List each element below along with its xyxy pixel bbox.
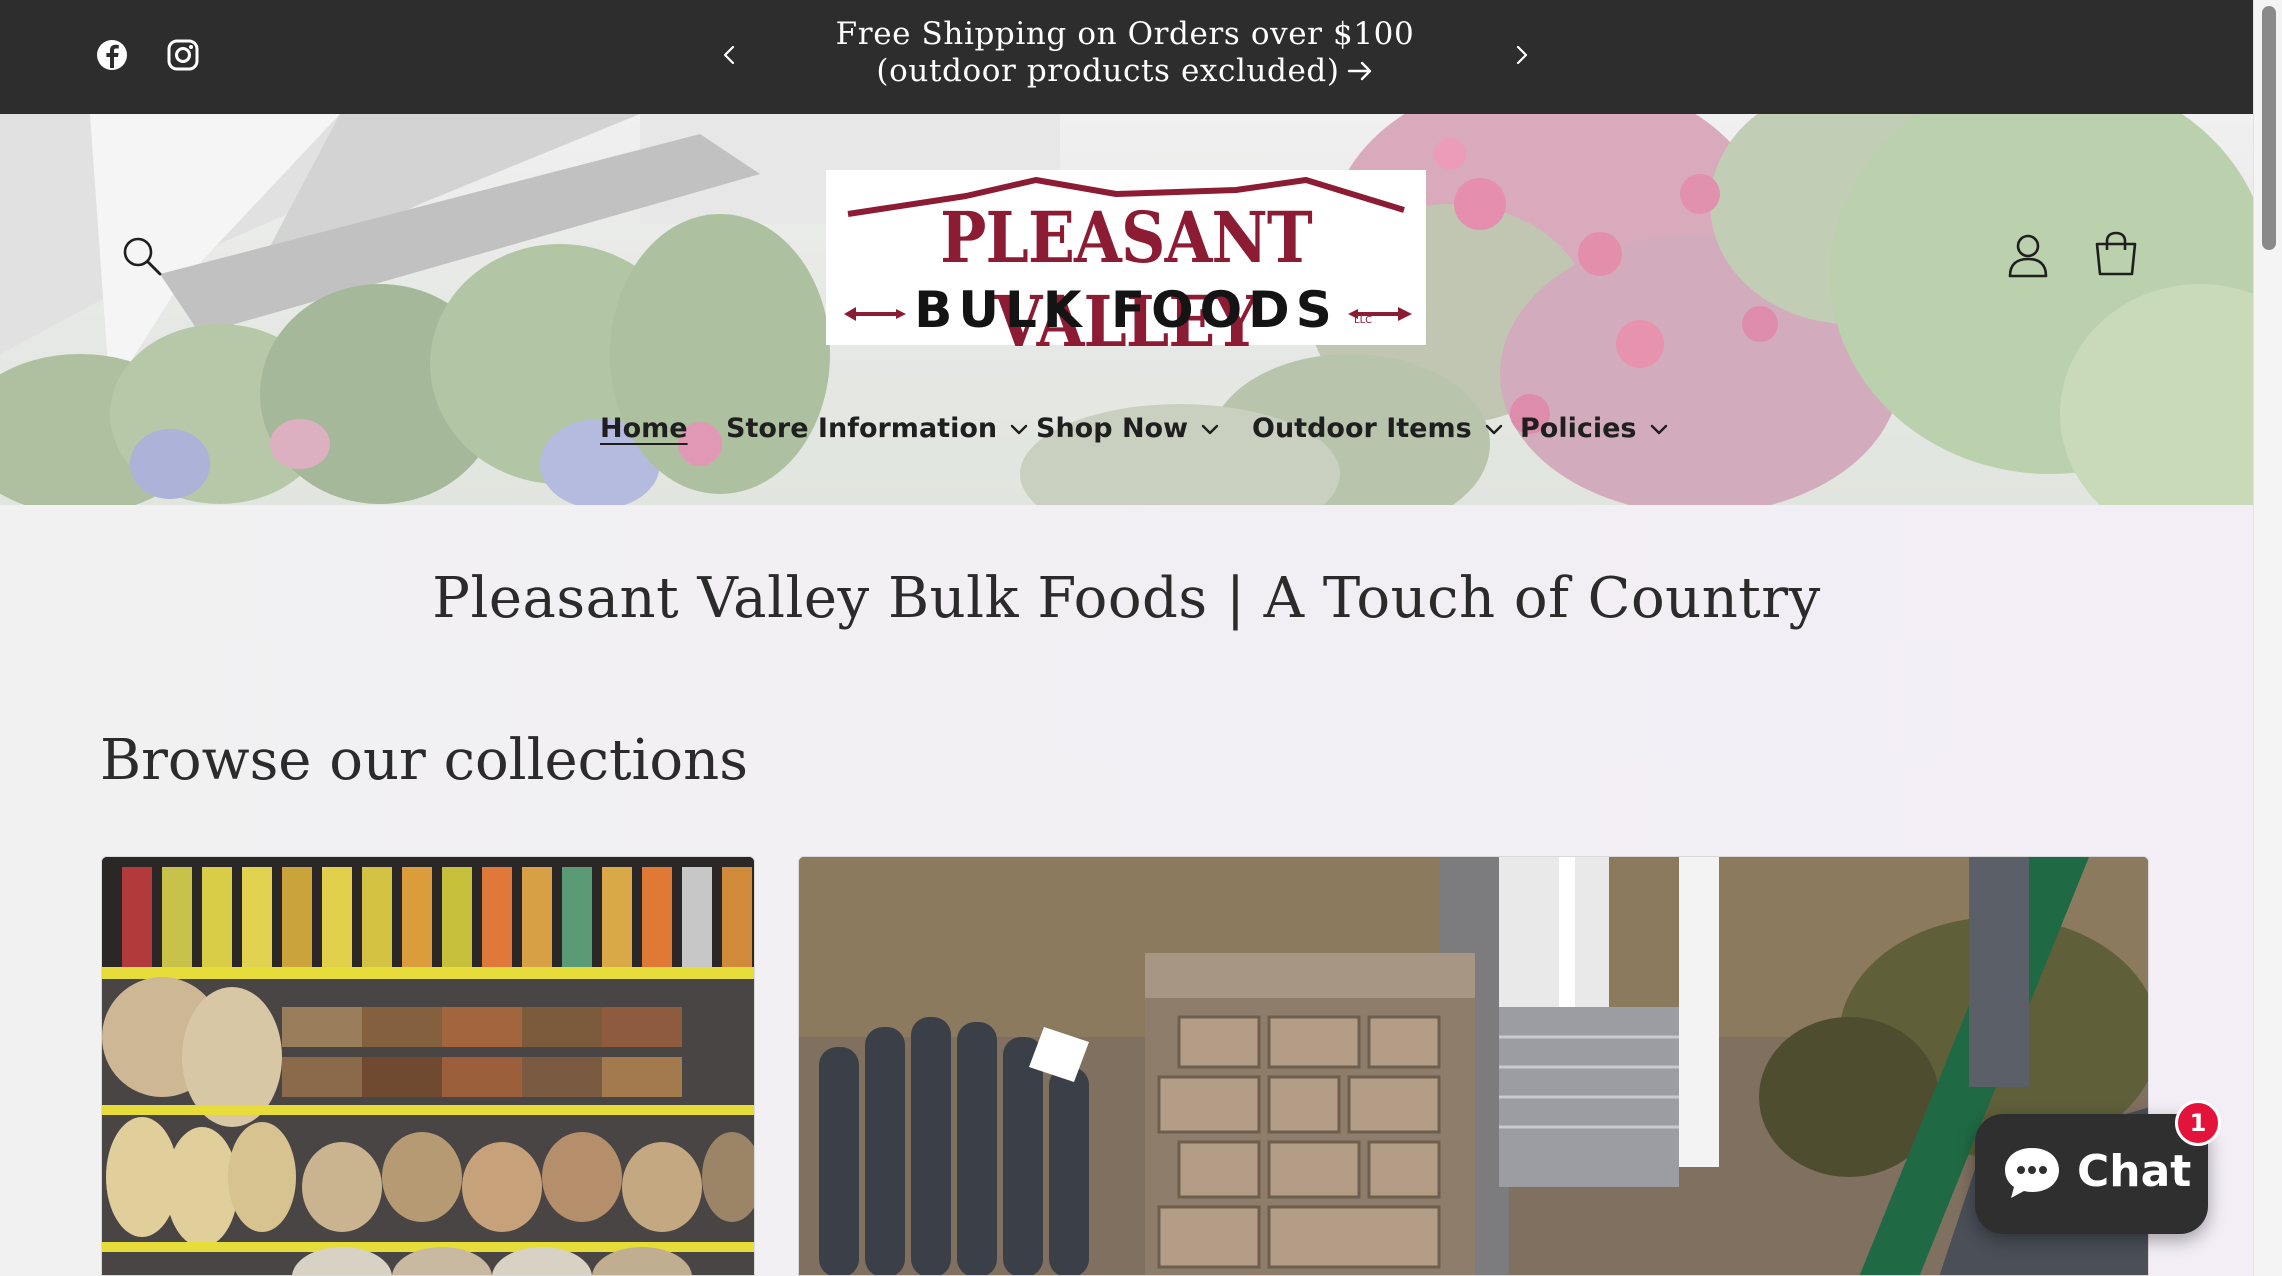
arrow-right-icon: [1346, 54, 1374, 91]
nav-item-store-information[interactable]: Store Information: [726, 404, 1029, 454]
instagram-icon[interactable]: [166, 38, 200, 72]
nav-label-home: Home: [600, 413, 688, 444]
page-scrollbar[interactable]: [2253, 0, 2282, 1276]
nav-item-policies[interactable]: Policies: [1520, 404, 1669, 454]
chat-notification-badge: 1: [2175, 1100, 2221, 1146]
chat-bubble-icon: [2005, 1148, 2059, 1198]
chevron-down-icon: [1201, 424, 1219, 434]
site-logo[interactable]: PLEASANT VALLEY BULK FOODS LLC: [826, 170, 1426, 363]
main-content: Pleasant Valley Bulk Foods | A Touch of …: [0, 505, 2253, 1276]
announcement-bar: Free Shipping on Orders over $100 (outdo…: [0, 0, 2253, 114]
logo-line-2: BULK FOODS: [914, 281, 1338, 339]
nav-label-shop-now: Shop Now: [1036, 413, 1189, 444]
nav-item-home[interactable]: Home: [600, 404, 688, 454]
chat-label: Chat: [2077, 1146, 2192, 1197]
page-title: Pleasant Valley Bulk Foods | A Touch of …: [432, 566, 1821, 631]
cart-icon[interactable]: [2093, 230, 2139, 278]
chat-button[interactable]: Chat: [1975, 1114, 2208, 1234]
collection-image-bulk-foods: [102, 857, 754, 1275]
collection-image-outdoor-items: [799, 857, 2148, 1275]
main-nav: Home Store Information Shop Now Outdoor …: [0, 404, 2253, 454]
search-icon[interactable]: [120, 234, 164, 278]
nav-item-outdoor-items[interactable]: Outdoor Items: [1252, 404, 1504, 454]
nav-label-store-information: Store Information: [726, 413, 998, 444]
nav-item-shop-now[interactable]: Shop Now: [1036, 404, 1220, 454]
announcement-next-button[interactable]: [1506, 40, 1536, 70]
collection-card-bulk-foods[interactable]: [101, 856, 755, 1276]
announcement-prev-button[interactable]: [715, 40, 745, 70]
nav-label-outdoor-items: Outdoor Items: [1252, 413, 1472, 444]
collection-card-outdoor-items[interactable]: [798, 856, 2149, 1276]
chevron-left-icon: [723, 45, 735, 65]
announcement-message: Free Shipping on Orders over $100 (outdo…: [835, 16, 1415, 89]
facebook-icon[interactable]: [95, 38, 129, 72]
announcement-link[interactable]: Free Shipping on Orders over $100 (outdo…: [770, 16, 1480, 91]
chevron-down-icon: [1650, 424, 1667, 434]
chevron-down-icon: [1010, 424, 1028, 434]
account-icon[interactable]: [2007, 232, 2049, 278]
chevron-down-icon: [1485, 424, 1502, 434]
collections-heading: Browse our collections: [100, 728, 748, 793]
logo-suffix: LLC: [1354, 315, 1373, 326]
chevron-right-icon: [1516, 45, 1528, 65]
site-header: PLEASANT VALLEY BULK FOODS LLC Home Stor…: [0, 114, 2253, 505]
scrollbar-thumb[interactable]: [2262, 6, 2276, 250]
nav-label-policies: Policies: [1520, 413, 1637, 444]
